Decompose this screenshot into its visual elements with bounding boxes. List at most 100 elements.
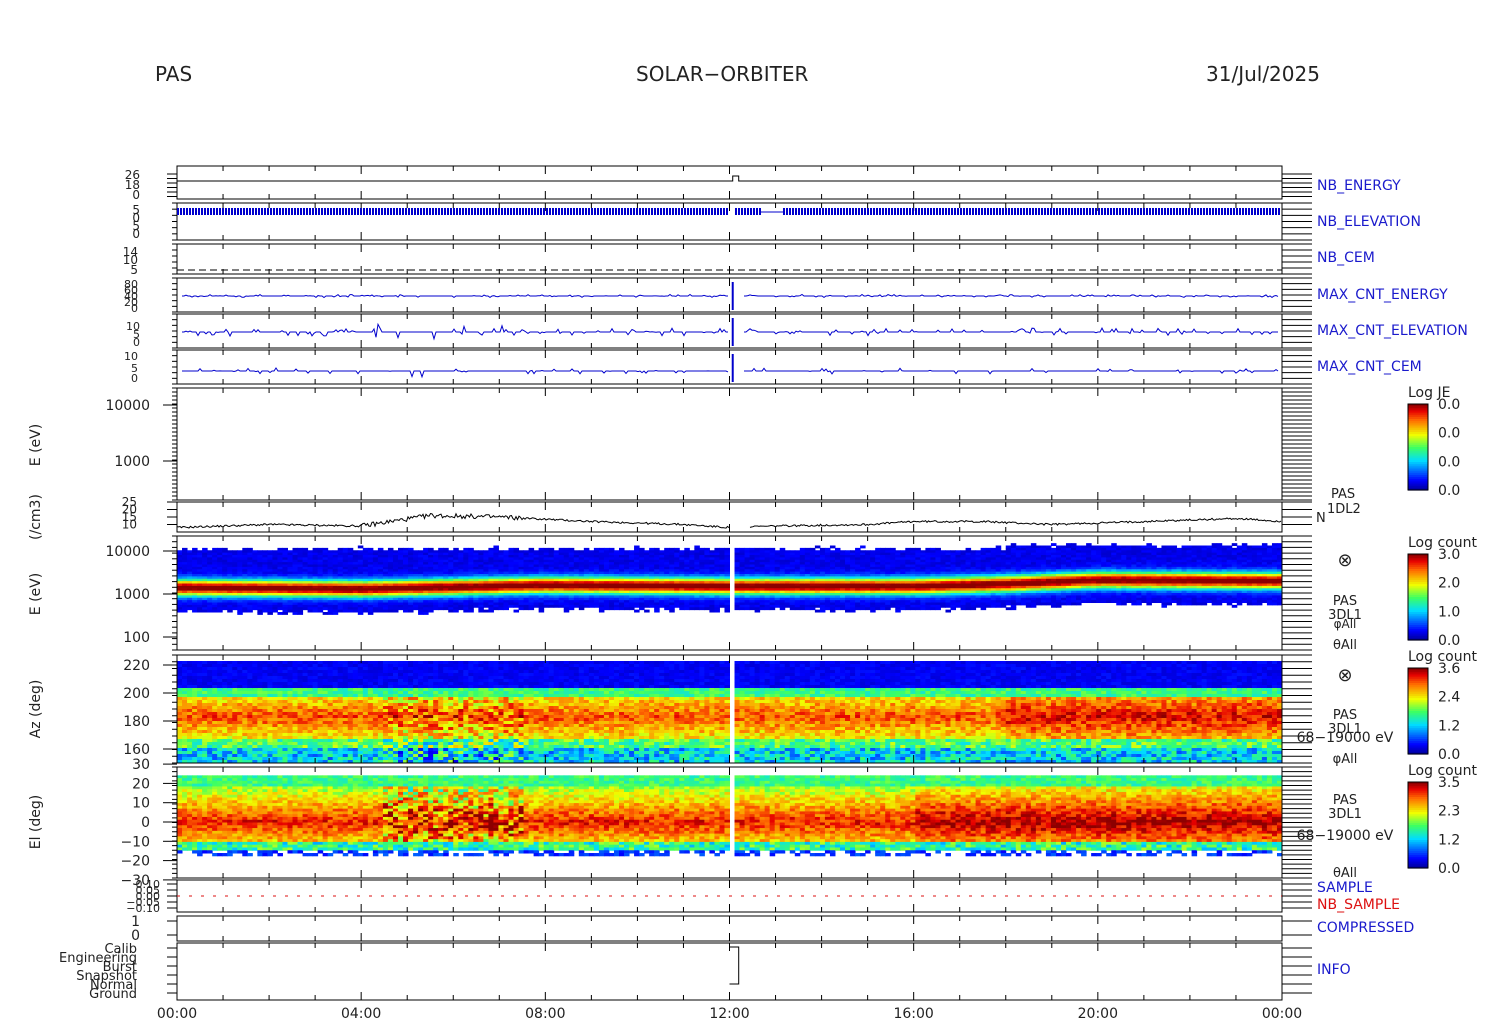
nb-spec-colorbar-tick: 0.0 <box>1438 426 1460 442</box>
energy-spec-cell <box>413 607 419 611</box>
energy-spec-cell <box>277 612 283 615</box>
nb-spec-ylabel: E (eV) <box>28 424 44 466</box>
energy-spec-cell <box>483 609 489 613</box>
max-cnt-elevation-trace-segment <box>182 322 728 341</box>
energy-spec-cell <box>543 604 550 608</box>
energy-spec-cell <box>855 607 861 611</box>
energy-spec-cell <box>272 609 278 613</box>
energy-spec-cell <box>297 612 304 615</box>
energy-spec-cell <box>634 609 640 613</box>
energy-spec-cell <box>860 545 866 549</box>
energy-spec-cell <box>262 609 268 613</box>
energy-spec-cell <box>920 607 926 611</box>
energy-spec-cell <box>779 607 786 611</box>
energy-spec-cell <box>403 609 409 613</box>
energy-spec-cell <box>649 604 655 608</box>
density-label-instrument: PAS <box>1331 487 1355 502</box>
energy-spec-cell <box>528 607 535 611</box>
energy-spec-cell <box>448 609 454 613</box>
energy-spec-cell <box>669 609 675 613</box>
energy-spec-cell <box>287 609 294 613</box>
energy-spec-cell <box>317 609 324 613</box>
energy-spec-cell <box>197 609 203 613</box>
energy-spec-cell <box>382 609 389 613</box>
density-trace-segment <box>176 512 730 529</box>
energy-spec-cell <box>438 607 444 611</box>
max-cnt-cem-trace-segment <box>182 367 729 379</box>
energy-spec-cell <box>759 607 766 611</box>
energy-spec-cell <box>392 609 399 613</box>
energy-spec-cell <box>583 604 590 608</box>
energy-spec-cell <box>719 604 725 608</box>
nb-elevation-ytick-label: 0 <box>132 227 140 241</box>
energy-spec-cell <box>639 607 645 611</box>
energy-spec-cell <box>814 545 821 549</box>
energy-spec-cell <box>332 612 339 615</box>
energy-spec-cell <box>433 607 439 611</box>
density-label-quantity: N <box>1316 511 1326 526</box>
energy-spec-cell <box>654 609 660 613</box>
energy-spec-cell <box>734 607 741 611</box>
energy-spec-cell <box>352 609 359 613</box>
energy-spec-cell <box>689 607 695 611</box>
energy-spec-cell <box>247 609 253 613</box>
energy-spec-cell <box>267 612 273 615</box>
energy-spec-cell <box>563 609 570 613</box>
energy-spec-cell <box>282 612 288 615</box>
energy-spec-cell <box>749 607 756 611</box>
energy-spec-cell <box>724 609 730 613</box>
energy-spec-cell <box>292 612 299 615</box>
energy-spec-cell <box>900 607 906 611</box>
energy-spec-cell <box>634 604 640 608</box>
energy-spec-cell <box>910 607 916 611</box>
energy-spec-cell <box>789 607 796 611</box>
max-cnt-elevation-trace-segment <box>744 327 1278 337</box>
energy-spec-cell <box>598 609 605 613</box>
energy-spec-cell <box>418 612 424 615</box>
energy-spec-cell <box>629 607 635 611</box>
energy-spec-cell <box>357 545 364 549</box>
nb-elevation-label: NB_ELEVATION <box>1317 214 1421 230</box>
energy-spec-cell <box>784 604 791 608</box>
energy-spec-cell <box>940 604 946 608</box>
energy-spec-cell <box>182 609 188 613</box>
energy-spec-cell <box>357 612 364 615</box>
energy-spec-cell <box>242 609 248 613</box>
max-cnt-cem-trace <box>182 367 1279 379</box>
energy-spec-cell <box>493 607 499 611</box>
energy-spec-cell <box>558 604 565 608</box>
energy-spec-cell <box>237 612 243 615</box>
energy-spec-cell <box>398 607 404 611</box>
density-trace-segment <box>749 517 1282 528</box>
energy-spec-cell <box>619 607 625 611</box>
energy-spec-cell <box>277 607 283 611</box>
energy-spec-cell <box>674 604 680 608</box>
max-cnt-elevation-ytick-label: 0 <box>133 336 140 349</box>
energy-spec-cell <box>819 609 826 613</box>
max-cnt-cem-trace-segment <box>744 367 1279 375</box>
energy-spec-cell <box>880 607 886 611</box>
energy-spec-cell <box>518 607 525 611</box>
energy-spec-cell <box>814 609 821 613</box>
energy-spec-cell <box>578 607 585 611</box>
nb-elevation-trace <box>177 208 1280 215</box>
energy-spec-cell <box>307 609 314 613</box>
energy-spec-cell <box>588 604 595 608</box>
energy-spec-cell <box>699 607 705 611</box>
energy-spec-cell <box>232 607 238 611</box>
nb-cem-ytick-label: 5 <box>130 263 138 277</box>
energy-spec-cell <box>187 607 193 611</box>
energy-spec-cell <box>804 607 811 611</box>
energy-spec-cell <box>423 612 429 615</box>
nb-spec-ytick-label: 10000 <box>105 398 150 414</box>
energy-spec-cell <box>177 609 183 613</box>
energy-spec-cell <box>664 607 670 611</box>
energy-spec-cell <box>377 609 384 613</box>
energy-spec-cell <box>905 607 911 611</box>
energy-spec-cell <box>799 607 806 611</box>
energy-spec-cell <box>850 609 856 613</box>
nb-spec-ytick-label: 1000 <box>114 454 150 470</box>
max-cnt-cem-label: MAX_CNT_CEM <box>1317 359 1422 375</box>
energy-spec-cell <box>840 607 846 611</box>
energy-spec-cell <box>659 604 665 608</box>
